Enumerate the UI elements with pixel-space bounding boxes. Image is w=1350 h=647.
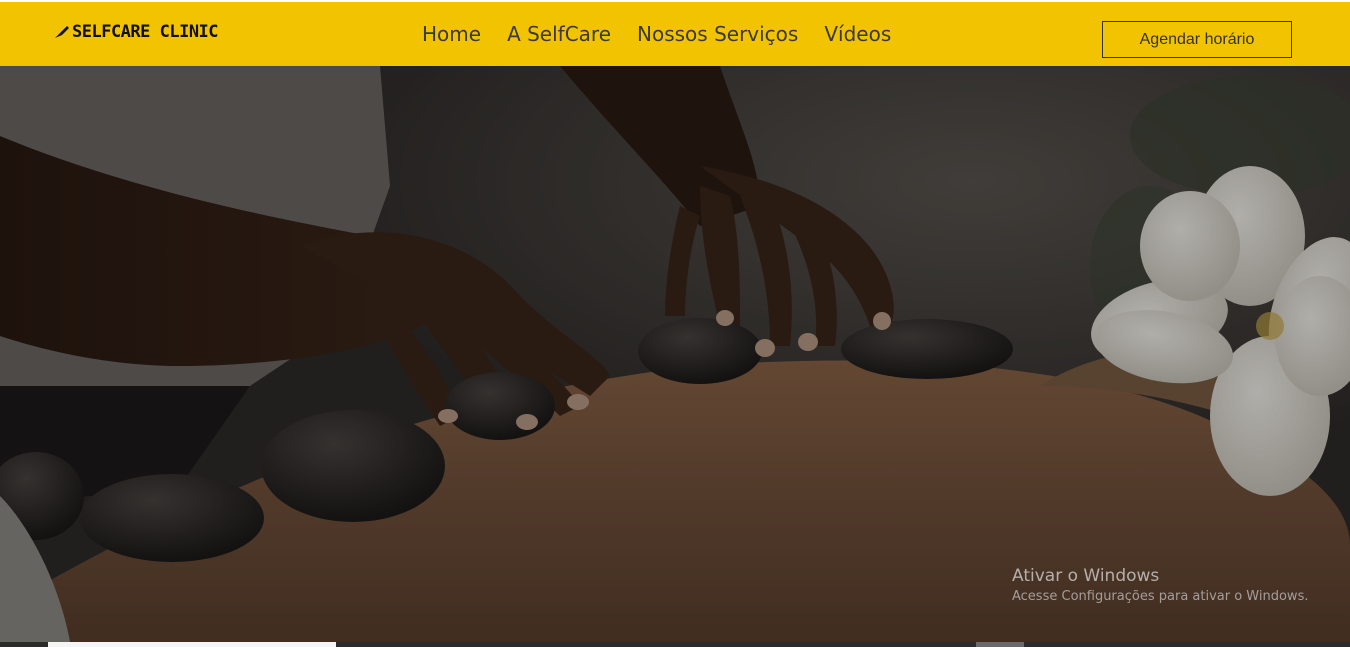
- schedule-button[interactable]: Agendar horário: [1102, 21, 1292, 58]
- taskbar-segment: [976, 642, 1024, 647]
- nav-about[interactable]: A SelfCare: [507, 22, 611, 46]
- brand-name: SELFCARE CLINIC: [72, 22, 219, 42]
- nav-services[interactable]: Nossos Serviços: [637, 22, 798, 46]
- navbar: SELFCARE CLINIC Home A SelfCare Nossos S…: [0, 2, 1350, 66]
- brush-icon: [54, 25, 70, 39]
- page: SELFCARE CLINIC Home A SelfCare Nossos S…: [0, 0, 1350, 647]
- hot-stone-massage-photo: [0, 66, 1350, 642]
- hero-image: Ativar o Windows Acesse Configurações pa…: [0, 66, 1350, 642]
- brand-logo[interactable]: SELFCARE CLINIC: [54, 22, 219, 42]
- nav-home[interactable]: Home: [422, 22, 481, 46]
- taskbar-segment: [48, 642, 336, 647]
- nav-videos[interactable]: Vídeos: [824, 22, 891, 46]
- main-nav: Home A SelfCare Nossos Serviços Vídeos: [422, 22, 891, 46]
